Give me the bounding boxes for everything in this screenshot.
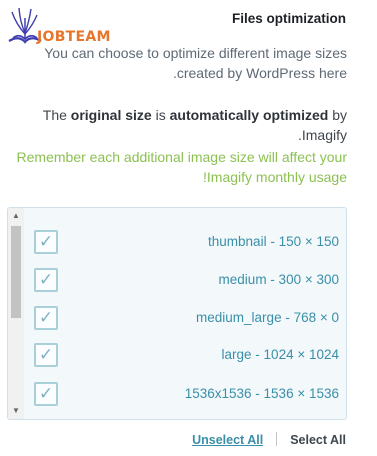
scrollbar-thumb[interactable] (11, 226, 21, 318)
selection-actions: Unselect All Select All (192, 432, 346, 447)
size-label[interactable]: 1536x1536 - 1536 × 1536 (185, 386, 339, 401)
checkbox-medium[interactable]: ✓ (34, 268, 58, 292)
size-row-thumbnail[interactable]: ✓ thumbnail - 150 × 150 (34, 226, 339, 258)
size-label[interactable]: medium_large - 768 × 0 (196, 310, 339, 325)
auto-optimized-bold: automatically optimized (169, 107, 329, 123)
section-title: Files optimization (231, 11, 346, 26)
size-label[interactable]: large - 1024 × 1024 (222, 347, 339, 362)
scroll-up-icon[interactable]: ▲ (8, 209, 24, 223)
checkbox-large[interactable]: ✓ (34, 343, 58, 367)
original-size-bold: original size (70, 107, 152, 123)
usage-warning: Remember each additional image size will… (16, 149, 347, 185)
checkbox-thumbnail[interactable]: ✓ (34, 230, 58, 254)
size-label[interactable]: medium - 300 × 300 (219, 272, 339, 287)
checkbox-1536x1536[interactable]: ✓ (34, 382, 58, 406)
image-sizes-list[interactable]: ▲ ▼ ✓ thumbnail - 150 × 150 ✓ medium - 3… (7, 207, 347, 420)
original-size-note: The original size is automatically optim… (42, 107, 347, 143)
size-row-1536x1536[interactable]: ✓ 1536x1536 - 1536 × 1536 (34, 378, 339, 410)
unselect-all-link[interactable]: Unselect All (192, 433, 263, 447)
size-row-large[interactable]: ✓ large - 1024 × 1024 (34, 339, 339, 371)
intro-text: You can choose to optimize different ima… (44, 45, 347, 81)
scroll-down-icon[interactable]: ▼ (8, 404, 24, 418)
size-row-medium[interactable]: ✓ medium - 300 × 300 (34, 264, 339, 296)
size-row-medium-large[interactable]: ✓ medium_large - 768 × 0 (34, 302, 339, 334)
size-label[interactable]: thumbnail - 150 × 150 (208, 234, 339, 249)
checkbox-medium-large[interactable]: ✓ (34, 306, 58, 330)
divider (276, 432, 278, 446)
scrollbar[interactable]: ▲ ▼ (8, 208, 24, 419)
select-all-link[interactable]: Select All (290, 433, 346, 447)
